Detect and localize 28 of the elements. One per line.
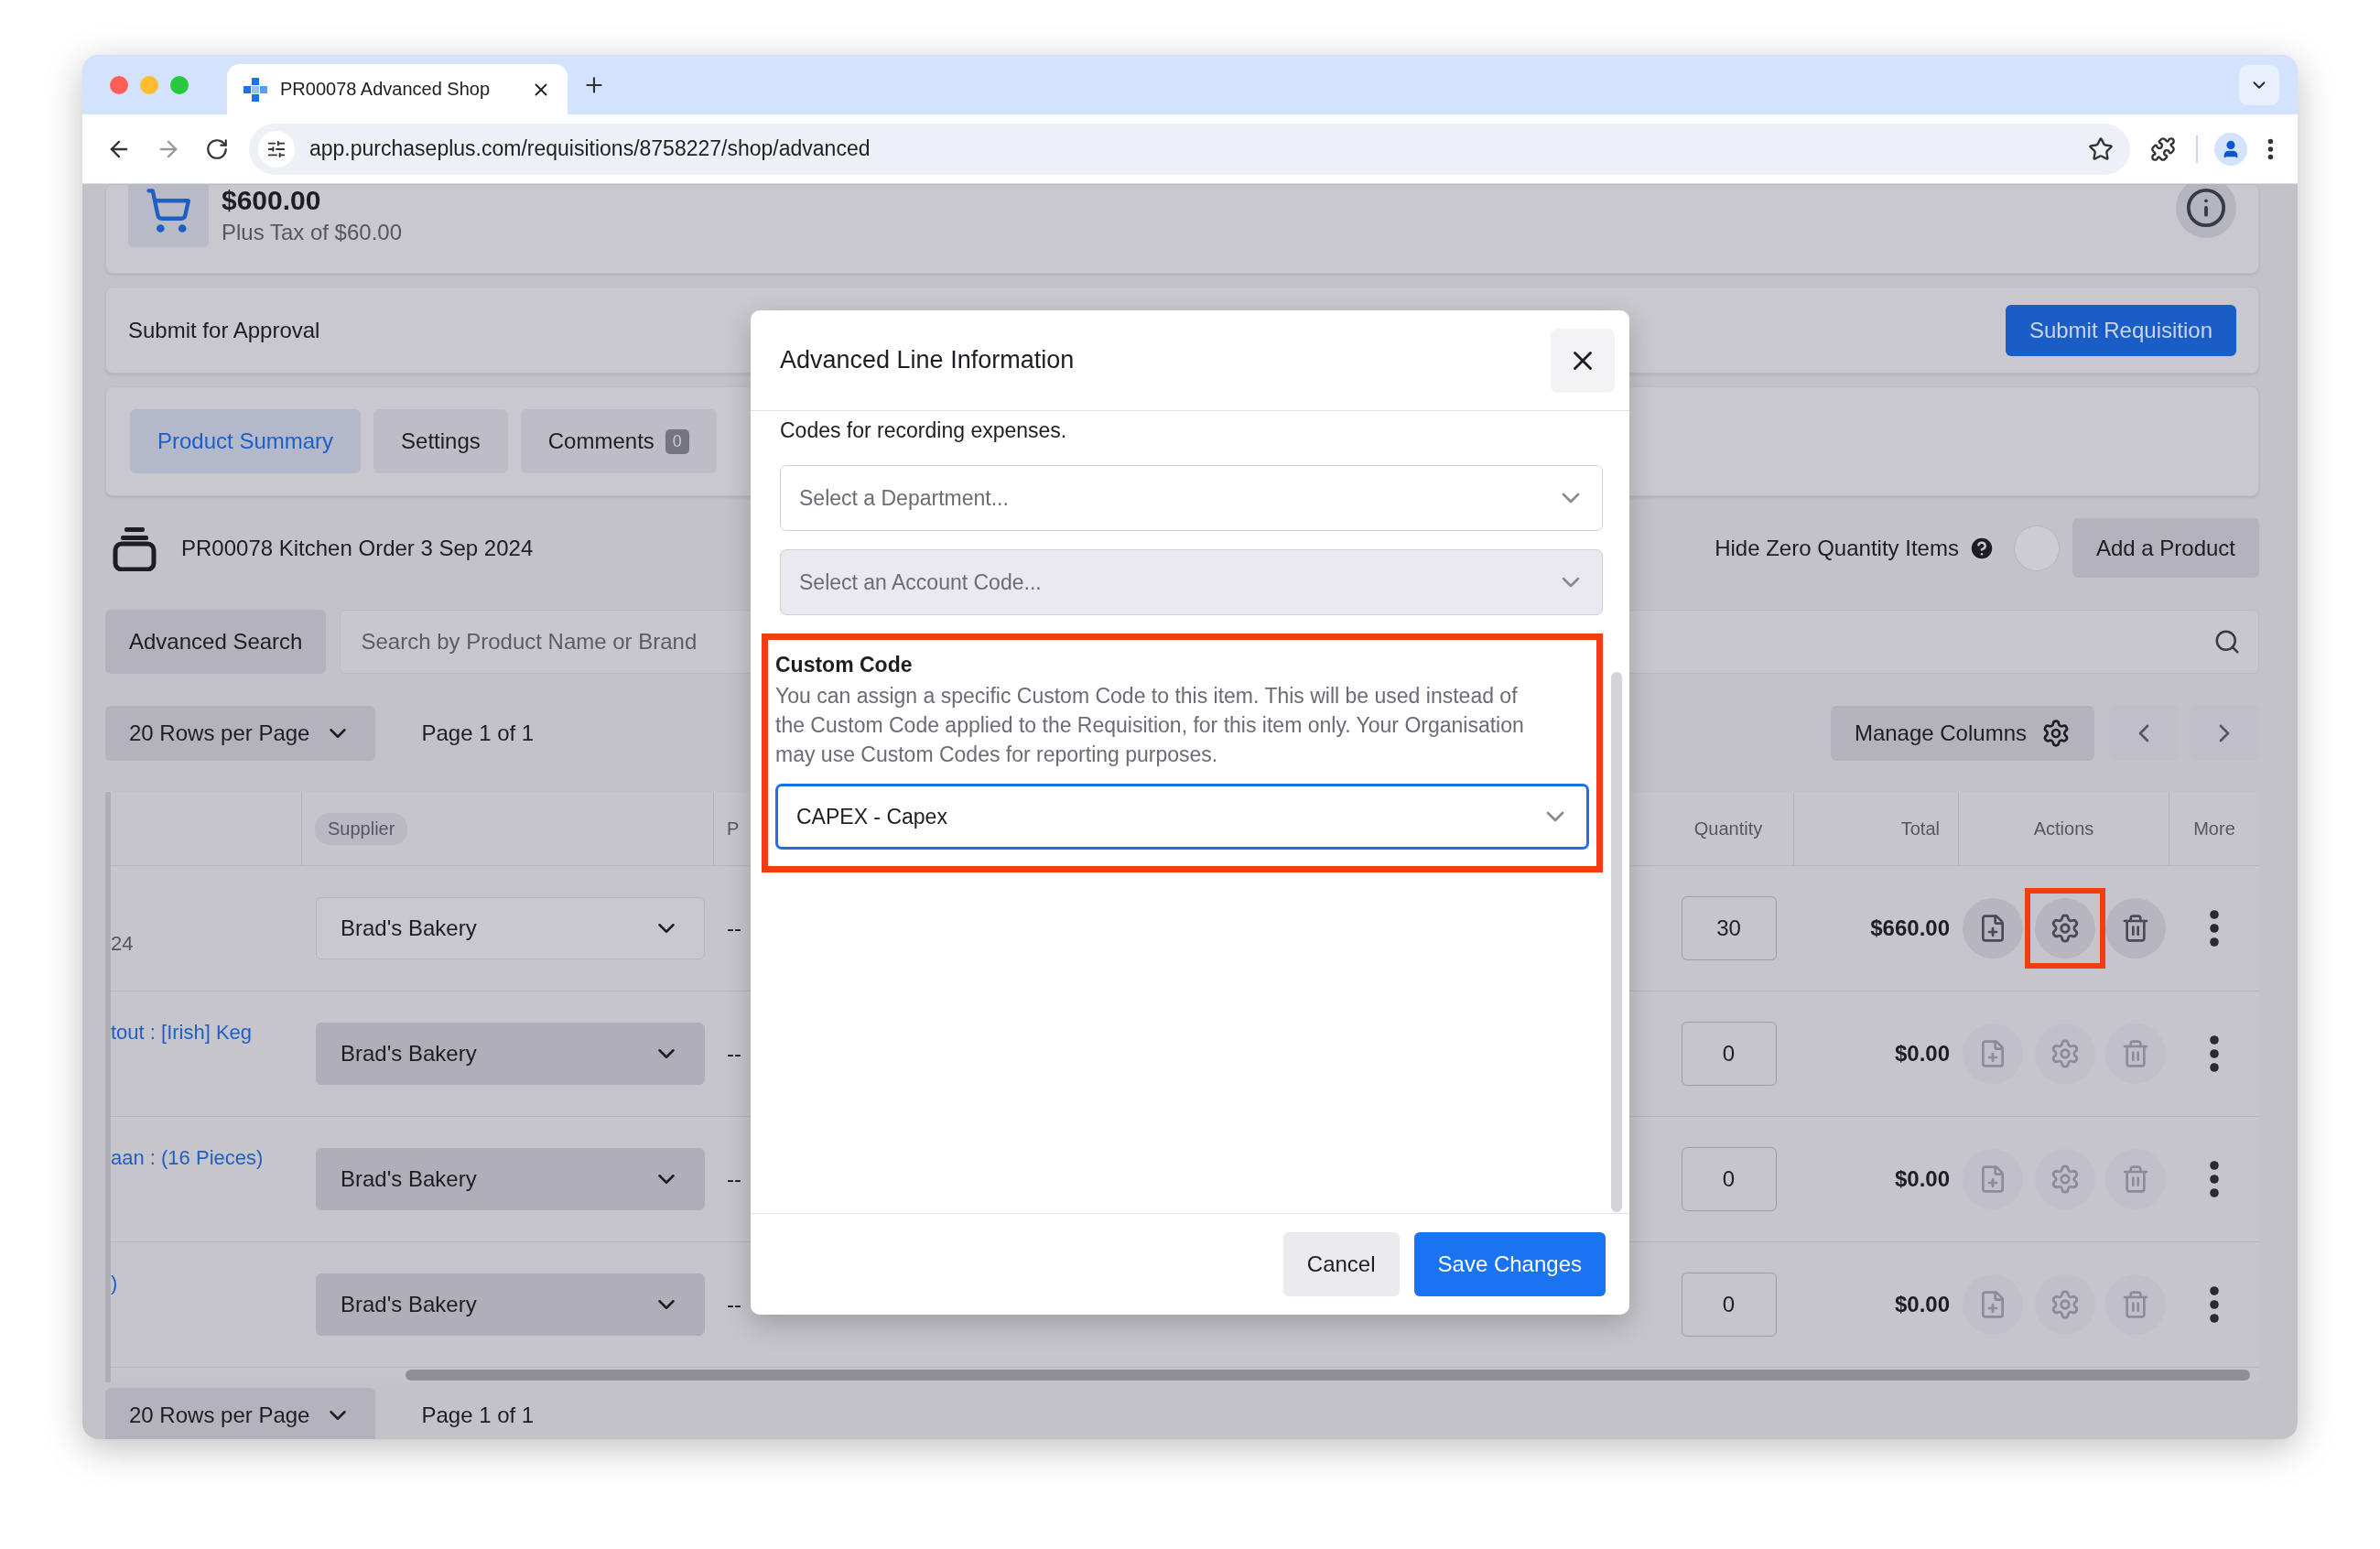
count-badge: 0 <box>665 428 689 454</box>
line-total: $0.00 <box>1894 1292 1951 1317</box>
modal-title: Advanced Line Information <box>780 346 1075 374</box>
price-cell: -- <box>727 1292 741 1317</box>
order-total: $600.00 <box>222 185 322 216</box>
column-header: More <box>2193 818 2235 839</box>
approval-label: Submit for Approval <box>128 317 320 343</box>
column-header: Actions <box>2033 818 2094 839</box>
tab-title: PR00078 Advanced Shop <box>280 79 492 100</box>
order-title: PR00078 Kitchen Order 3 Sep 2024 <box>181 535 534 561</box>
url-text: app.purchaseplus.com/requisitions/8758227/shop/advanced <box>309 136 871 161</box>
intro-text: Codes for recording expenses. <box>780 418 1068 443</box>
price-cell: -- <box>727 1041 741 1067</box>
price-cell: -- <box>727 915 741 941</box>
line-total: $0.00 <box>1894 1041 1951 1067</box>
price-cell: -- <box>727 1166 741 1192</box>
section-title: Custom Code <box>775 653 914 677</box>
column-header: Total <box>1900 818 1940 839</box>
toggle-label: Hide Zero Quantity Items <box>1715 535 1959 561</box>
page-indicator: Page 1 of 1 <box>421 720 535 746</box>
section-description: You can assign a specific Custom Code to this item. This will be used instead of the Custom Code applied to the Requisition, for this item only. Your Organisation may use Custom Codes for reporting purposes. <box>775 683 1525 768</box>
line-total: $660.00 <box>1870 915 1951 941</box>
product-text: 24 <box>111 932 134 956</box>
page-indicator: Page 1 of 1 <box>421 1403 535 1428</box>
line-total: $0.00 <box>1894 1166 1951 1192</box>
column-header: P <box>727 818 740 839</box>
tax-text: Plus Tax of $60.00 <box>222 220 403 245</box>
column-header: Quantity <box>1693 818 1763 839</box>
